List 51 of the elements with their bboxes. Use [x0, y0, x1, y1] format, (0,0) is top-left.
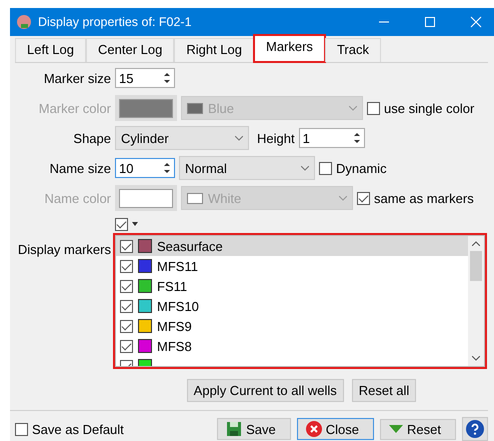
marker-list-item[interactable]: MFS8 — [116, 336, 468, 356]
close-button[interactable]: Close — [296, 418, 374, 440]
select-all-toggle[interactable] — [115, 218, 138, 230]
scrollbar-thumb[interactable] — [470, 251, 482, 281]
save-default-checkbox[interactable]: Save as Default — [15, 422, 124, 436]
chevron-up-icon[interactable] — [472, 241, 480, 246]
chevron-down-icon — [235, 136, 243, 140]
field-label: Marker color — [38, 100, 111, 116]
chevron-down-icon[interactable] — [472, 356, 480, 361]
spinner-arrows-icon[interactable] — [163, 71, 171, 85]
dynamic-checkbox[interactable]: Dynamic — [319, 160, 387, 176]
chevron-down-icon — [339, 196, 347, 200]
spinner-arrows-icon[interactable] — [352, 131, 361, 145]
help-button[interactable] — [462, 417, 488, 441]
chevron-down-icon — [301, 166, 309, 170]
window-title: Display properties of: F02-1 — [38, 15, 193, 29]
dropdown-triangle-icon[interactable] — [132, 222, 138, 226]
marker-list-item[interactable]: FS11 — [116, 276, 468, 296]
style-dropdown[interactable]: Normal — [179, 156, 315, 180]
field-label: Marker size — [42, 70, 111, 86]
x-circle-icon — [306, 421, 322, 437]
field-label: Shape — [72, 130, 111, 146]
chevron-down-icon — [349, 106, 357, 110]
maximize-icon[interactable] — [424, 16, 436, 28]
action-button[interactable]: Apply Current to all wells — [186, 379, 344, 402]
field-label: Height — [257, 130, 295, 146]
marker-list-item[interactable]: MFS10 — [116, 296, 468, 316]
spinner-arrows-icon[interactable] — [163, 161, 171, 175]
tab[interactable]: Track — [324, 38, 381, 62]
help-icon — [466, 420, 484, 438]
tab[interactable]: Center Log — [86, 38, 174, 62]
triangle-down-icon — [389, 425, 404, 433]
app-icon — [16, 14, 32, 30]
tab[interactable]: Right Log — [174, 38, 254, 62]
action-button[interactable]: Reset all — [352, 379, 416, 402]
tab[interactable]: Left Log — [15, 38, 86, 62]
field-label: Display markers — [16, 241, 111, 257]
shape-dropdown[interactable]: Cylinder — [115, 126, 249, 150]
height-field[interactable]: 1 — [298, 128, 365, 148]
save-button[interactable]: Save — [217, 418, 291, 440]
marker-list-item[interactable]: MFS11 — [116, 256, 468, 276]
reset-button[interactable]: Reset — [380, 418, 456, 440]
field-label: Name color — [44, 190, 111, 206]
name-size-field[interactable]: 10 — [115, 158, 175, 178]
marker-list-item[interactable]: Seasurface — [116, 236, 468, 256]
marker-size-field[interactable]: 15 — [115, 68, 175, 88]
field-label: Name size — [48, 160, 111, 176]
tab[interactable]: Markers — [254, 35, 325, 62]
marker-list-item[interactable]: MFS9 — [116, 316, 468, 336]
scrollbar[interactable] — [468, 236, 484, 366]
close-icon[interactable] — [470, 16, 482, 28]
